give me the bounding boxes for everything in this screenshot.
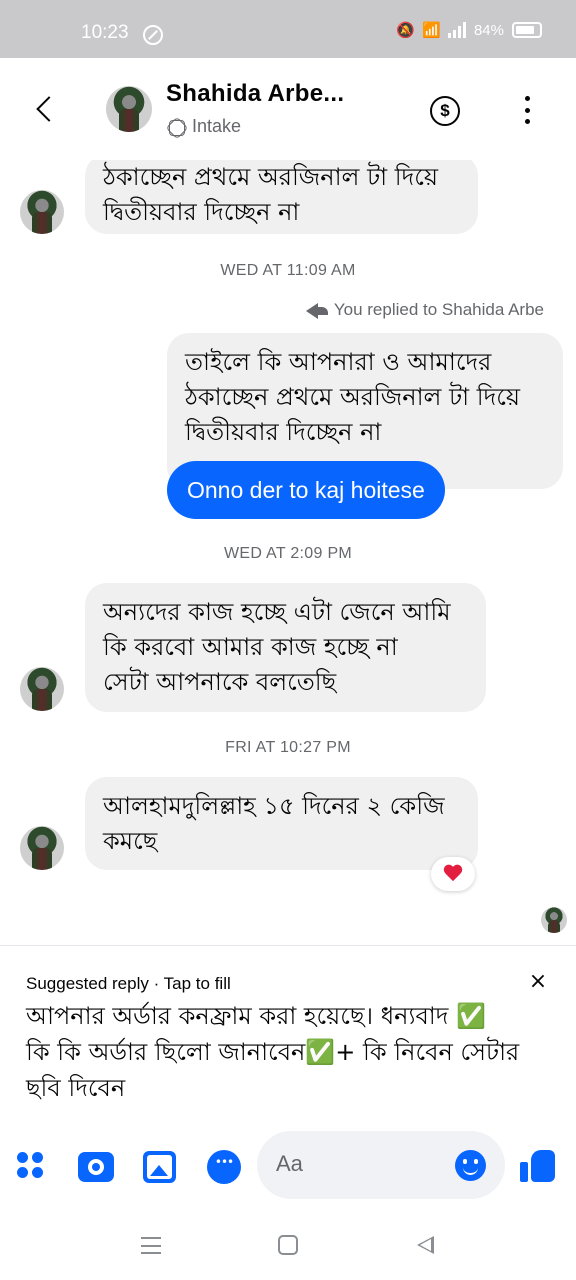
recents-icon[interactable] — [141, 1237, 161, 1254]
mute-icon: 🔕 — [395, 22, 415, 39]
subtitle-label: Intake — [192, 116, 242, 136]
dnd-icon — [143, 25, 163, 45]
battery-fill — [516, 26, 534, 34]
like-icon[interactable] — [520, 1147, 556, 1183]
reply-label: You replied to Shahida Arbe — [333, 300, 544, 319]
received-message[interactable]: আলহামদুলিল্লাহ ১৫ দিনের ২ কেজি কমছে — [85, 777, 478, 870]
signal-icon — [447, 22, 466, 38]
sent-message[interactable]: Onno der to kaj hoitese — [167, 461, 445, 519]
status-bar: 10:23 🔕 📶 84% — [0, 0, 576, 58]
sender-avatar[interactable] — [20, 190, 64, 234]
input-placeholder: Aa — [276, 1151, 303, 1176]
chat-icon[interactable] — [207, 1150, 241, 1184]
home-icon[interactable] — [278, 1235, 298, 1255]
timestamp: WED AT 2:09 PM — [223, 545, 353, 562]
contact-name[interactable]: Shahida Arbe... — [166, 80, 344, 108]
back-icon[interactable] — [30, 92, 60, 128]
sender-avatar[interactable] — [20, 667, 64, 711]
seen-avatar — [541, 907, 567, 933]
emoji-icon[interactable] — [455, 1150, 486, 1181]
suggested-reply-label: Suggested reply · Tap to fill — [26, 974, 231, 993]
contact-avatar[interactable] — [106, 86, 152, 132]
suggested-reply-text[interactable]: আপনার অর্ডার কনফ্রাম করা হয়েছে। ধন্যবাদ… — [26, 998, 556, 1106]
status-time: 10:23 — [81, 22, 129, 43]
message-reaction[interactable] — [431, 857, 475, 891]
battery-icon — [512, 22, 542, 38]
sender-avatar[interactable] — [20, 826, 64, 870]
composer-bar: Aa — [0, 1125, 576, 1205]
received-message[interactable]: ঠকাচ্ছেন প্রথমে অরজিনাল টা দিয়ে দ্বিতীয… — [85, 160, 478, 234]
camera-icon[interactable] — [78, 1152, 114, 1182]
timestamp: FRI AT 10:27 PM — [225, 739, 351, 756]
received-message[interactable]: অন্যদের কাজ হচ্ছে এটা জেনে আমি কি করবো আ… — [85, 583, 486, 712]
wifi-icon: 📶 — [421, 22, 441, 39]
contact-subtitle[interactable]: Intake — [166, 116, 241, 137]
more-icon[interactable] — [522, 96, 532, 124]
heart-icon — [444, 865, 462, 882]
battery-percent: 84% — [473, 21, 504, 39]
chat-header: Shahida Arbe... Intake $ — [0, 58, 576, 160]
system-nav-bar — [0, 1205, 576, 1280]
apps-icon[interactable] — [17, 1152, 47, 1182]
status-right: 🔕 📶 84% — [396, 21, 542, 39]
suggested-reply-panel: Suggested reply · Tap to fill × আপনার অর… — [0, 945, 576, 1125]
dollar-icon[interactable]: $ — [430, 96, 460, 126]
reply-icon — [305, 301, 328, 319]
conversation[interactable]: ঠকাচ্ছেন প্রথমে অরজিনাল টা দিয়ে দ্বিতীয… — [0, 160, 576, 945]
gallery-icon[interactable] — [143, 1151, 176, 1183]
message-input[interactable]: Aa — [257, 1131, 505, 1199]
timestamp: WED AT 11:09 AM — [220, 262, 356, 279]
intake-icon — [166, 117, 186, 137]
nav-back-icon[interactable] — [417, 1236, 434, 1254]
reply-indicator: You replied to Shahida Arbe — [305, 300, 544, 320]
close-icon[interactable]: × — [526, 970, 550, 994]
